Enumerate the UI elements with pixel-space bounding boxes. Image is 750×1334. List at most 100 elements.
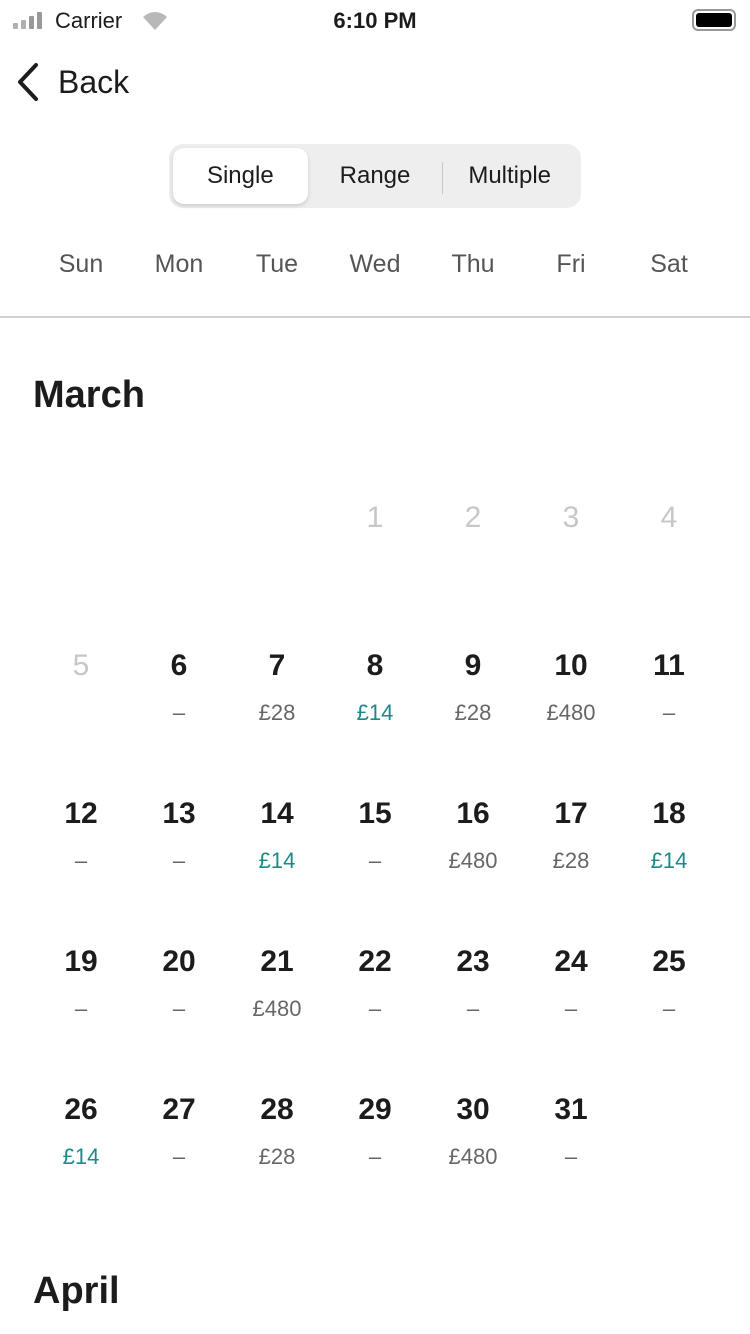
weekday-header: Sun Mon Tue Wed Thu Fri Sat	[32, 250, 718, 279]
chevron-left-icon	[18, 63, 38, 101]
day-cell[interactable]: 14 £14	[228, 784, 326, 932]
day-cell[interactable]: 9 £28	[424, 636, 522, 784]
day-cell: 5	[32, 636, 130, 784]
status-bar: Carrier 6:10 PM	[0, 0, 750, 40]
day-cell[interactable]: 10 £480	[522, 636, 620, 784]
day-cell[interactable]: 12 –	[32, 784, 130, 932]
weekday-sat: Sat	[650, 250, 688, 278]
weekday-wed: Wed	[349, 250, 401, 278]
weekday-tue: Tue	[255, 250, 299, 278]
day-price: £480	[252, 996, 302, 1021]
segment-divider	[442, 162, 444, 194]
header-divider	[0, 316, 750, 318]
empty-cell	[130, 488, 228, 636]
day-number: 18	[652, 797, 686, 830]
day-price: £14	[650, 848, 688, 873]
day-cell[interactable]: 28 £28	[228, 1080, 326, 1228]
day-cell: 4	[620, 488, 718, 636]
day-price: –	[172, 848, 186, 873]
day-number: 9	[464, 649, 482, 682]
day-number: 30	[456, 1093, 490, 1126]
day-price: £28	[258, 700, 296, 725]
day-cell[interactable]: 23 –	[424, 932, 522, 1080]
back-button[interactable]: Back	[14, 62, 129, 102]
day-price: £14	[258, 848, 296, 873]
day-price: £14	[62, 1144, 100, 1169]
day-number: 3	[562, 501, 580, 534]
segment-range[interactable]: Range	[308, 148, 443, 204]
segment-single[interactable]: Single	[173, 148, 308, 204]
day-cell[interactable]: 30 £480	[424, 1080, 522, 1228]
day-number: 17	[554, 797, 588, 830]
back-label: Back	[58, 63, 130, 100]
day-cell[interactable]: 11 –	[620, 636, 718, 784]
day-price: –	[74, 996, 88, 1021]
day-number: 22	[358, 945, 392, 978]
day-cell[interactable]: 25 –	[620, 932, 718, 1080]
day-cell[interactable]: 31 –	[522, 1080, 620, 1228]
day-price: £14	[356, 700, 394, 725]
segment-multiple-label: Multiple	[468, 162, 552, 189]
day-number: 14	[260, 797, 294, 830]
day-price: £28	[454, 700, 492, 725]
day-cell[interactable]: 16 £480	[424, 784, 522, 932]
day-price: –	[564, 1144, 578, 1169]
day-cell[interactable]: 17 £28	[522, 784, 620, 932]
day-cell[interactable]: 26 £14	[32, 1080, 130, 1228]
day-cell[interactable]: 18 £14	[620, 784, 718, 932]
weekday-fri: Fri	[556, 250, 586, 278]
day-cell[interactable]: 20 –	[130, 932, 228, 1080]
battery-icon	[692, 9, 736, 31]
day-number: 26	[64, 1093, 98, 1126]
clock: 6:10 PM	[333, 8, 417, 33]
day-cell[interactable]: 21 £480	[228, 932, 326, 1080]
day-cell[interactable]: 19 –	[32, 932, 130, 1080]
day-price: £480	[448, 848, 498, 873]
day-cell[interactable]: 22 –	[326, 932, 424, 1080]
day-price: –	[172, 1144, 186, 1169]
empty-cell	[228, 488, 326, 636]
day-cell[interactable]: 13 –	[130, 784, 228, 932]
day-price: –	[368, 848, 382, 873]
day-number: 15	[358, 797, 392, 830]
segment-multiple[interactable]: Multiple	[442, 148, 577, 204]
day-number: 27	[162, 1093, 196, 1126]
weekday-sun: Sun	[58, 250, 104, 278]
day-number: 8	[366, 649, 384, 682]
day-number: 28	[260, 1093, 294, 1126]
day-number: 29	[358, 1093, 392, 1126]
day-number: 6	[170, 649, 188, 682]
day-number: 25	[652, 945, 686, 978]
day-number: 20	[162, 945, 196, 978]
day-number: 11	[653, 649, 685, 682]
day-cell: 1	[326, 488, 424, 636]
day-number: 16	[456, 797, 490, 830]
day-number: 31	[554, 1093, 588, 1126]
day-number: 12	[64, 797, 98, 830]
day-number: 13	[162, 797, 196, 830]
day-price: –	[368, 1144, 382, 1169]
weekday-mon: Mon	[154, 250, 204, 278]
day-price: £480	[448, 1144, 498, 1169]
day-price: –	[172, 996, 186, 1021]
day-cell[interactable]: 8 £14	[326, 636, 424, 784]
day-number: 4	[660, 501, 678, 534]
day-price: –	[172, 700, 186, 725]
day-cell[interactable]: 29 –	[326, 1080, 424, 1228]
day-number: 2	[464, 501, 482, 534]
day-cell[interactable]: 6–	[130, 636, 228, 784]
month-title-march: March	[33, 374, 145, 416]
day-cell[interactable]: 24 –	[522, 932, 620, 1080]
day-price: £28	[258, 1144, 296, 1169]
day-price: –	[564, 996, 578, 1021]
weekday-thu: Thu	[451, 250, 495, 278]
day-cell[interactable]: 27 –	[130, 1080, 228, 1228]
day-cell[interactable]: 7 £28	[228, 636, 326, 784]
march-day-grid: 1 2 3 4 5 6–7 £28 8 £14 9 £28 10 £480 11–12–13–14 £14 1…	[32, 488, 718, 1228]
day-number: 21	[260, 945, 294, 978]
day-cell: 3	[522, 488, 620, 636]
day-number: 10	[554, 649, 588, 682]
day-cell[interactable]: 15 –	[326, 784, 424, 932]
day-number: 19	[64, 945, 98, 978]
day-price: £480	[546, 700, 596, 725]
